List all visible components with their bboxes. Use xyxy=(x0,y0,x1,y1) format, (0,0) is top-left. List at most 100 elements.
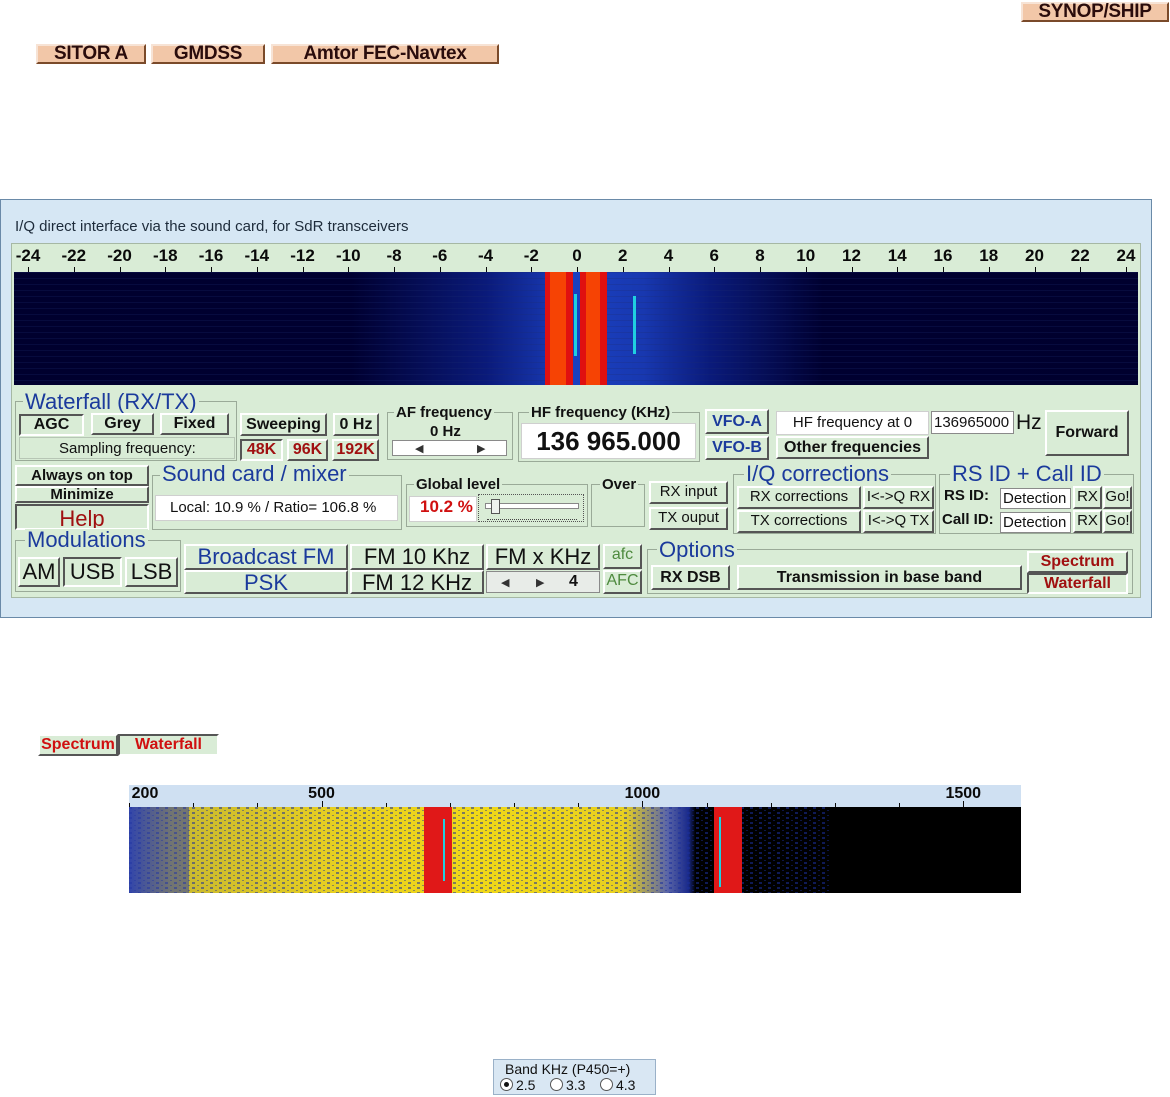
vfo-a-button[interactable]: VFO-A xyxy=(705,409,769,434)
agc-button[interactable]: AGC xyxy=(19,414,84,436)
rate-48k-button[interactable]: 48K xyxy=(240,439,283,461)
af-left-arrow-icon[interactable]: ◀ xyxy=(415,442,423,455)
af-frequency-slider[interactable]: ◀ ▶ xyxy=(392,440,507,456)
af-right-arrow-icon[interactable]: ▶ xyxy=(477,442,485,455)
grey-button[interactable]: Grey xyxy=(91,413,154,435)
rs-id-rx-button[interactable]: RX xyxy=(1073,486,1102,509)
stepper-left-icon[interactable]: ◀ xyxy=(501,576,509,589)
sweeping-button[interactable]: Sweeping xyxy=(240,413,327,436)
rs-id-label: RS ID: xyxy=(944,487,989,504)
gmdss-button[interactable]: GMDSS xyxy=(151,44,265,64)
rate-96k-button[interactable]: 96K xyxy=(287,439,328,461)
scale-tick-label: -14 xyxy=(244,246,270,265)
audio-scale-tick-label: 200 xyxy=(131,785,159,802)
transmission-base-band-button[interactable]: Transmission in base band xyxy=(737,565,1022,590)
fm-12-khz-button[interactable]: FM 12 KHz xyxy=(350,570,484,594)
global-level-thumb[interactable] xyxy=(491,499,501,514)
always-on-top-button[interactable]: Always on top xyxy=(15,465,149,486)
af-frequency-value: 0 Hz xyxy=(430,423,461,440)
scale-tick-label: -10 xyxy=(335,246,361,265)
other-frequencies-button[interactable]: Other frequencies xyxy=(776,436,929,459)
amtor-fec-navtex-button[interactable]: Amtor FEC-Navtex xyxy=(271,44,499,64)
band-option-label: 3.3 xyxy=(566,1077,586,1093)
rx-corrections-button[interactable]: RX corrections xyxy=(737,486,861,509)
fm-10-khz-button[interactable]: FM 10 Khz xyxy=(350,544,484,570)
forward-button[interactable]: Forward xyxy=(1045,410,1129,456)
fixed-button[interactable]: Fixed xyxy=(160,413,229,435)
rx-dsb-button[interactable]: RX DSB xyxy=(651,565,730,590)
vfo-b-button[interactable]: VFO-B xyxy=(705,436,769,460)
band-option-3-3[interactable]: 3.3 xyxy=(550,1077,585,1093)
options-title: Options xyxy=(657,537,737,562)
scale-tick-label: 20 xyxy=(1025,246,1044,265)
band-option-2-5[interactable]: 2.5 xyxy=(500,1077,535,1093)
fm-x-khz-button[interactable]: FM x KHz xyxy=(486,544,600,570)
broadcast-fm-button[interactable]: Broadcast FM xyxy=(184,544,348,570)
scale-tick-label: -16 xyxy=(198,246,224,265)
radio-icon[interactable] xyxy=(500,1078,513,1091)
scale-tick-label: 22 xyxy=(1070,246,1090,265)
afc-lower-button[interactable]: afc xyxy=(603,544,642,569)
minimize-button[interactable]: Minimize xyxy=(15,486,149,503)
scale-tick-label: 12 xyxy=(842,246,861,265)
radio-icon[interactable] xyxy=(550,1078,563,1091)
rate-192k-button[interactable]: 192K xyxy=(332,439,379,461)
synop-ship-button[interactable]: SYNOP/SHIP xyxy=(1021,2,1169,22)
rs-id-detection[interactable]: Detection xyxy=(1000,488,1071,509)
stepper-right-icon[interactable]: ▶ xyxy=(536,576,544,589)
scale-tick-label: 18 xyxy=(979,246,999,265)
band-option-label: 2.5 xyxy=(516,1077,536,1093)
sampling-frequency-field xyxy=(19,437,235,459)
usb-button[interactable]: USB xyxy=(63,557,122,587)
global-level-slider[interactable] xyxy=(478,494,584,522)
band-option-4-3[interactable]: 4.3 xyxy=(600,1077,635,1093)
zero-hz-button[interactable]: 0 Hz xyxy=(333,413,379,436)
scale-tick-label: -24 xyxy=(15,246,41,265)
radio-icon[interactable] xyxy=(600,1078,613,1091)
scale-tick-label: -4 xyxy=(477,246,494,265)
am-button[interactable]: AM xyxy=(18,557,60,587)
iq-tx-swap-button[interactable]: I<->Q TX xyxy=(863,510,934,533)
tx-corrections-button[interactable]: TX corrections xyxy=(737,510,861,533)
call-id-label: Call ID: xyxy=(942,511,994,528)
spectrum-tab-button[interactable]: Spectrum xyxy=(38,734,118,756)
psk-button[interactable]: PSK xyxy=(184,570,348,594)
scale-tick-label: 24 xyxy=(1116,246,1136,265)
scale-tick-label: -8 xyxy=(386,246,402,265)
hf-frequency-display: 136 965.000 xyxy=(521,423,696,459)
rx-input-button[interactable]: RX input xyxy=(649,481,728,504)
waterfall-button[interactable]: Waterfall xyxy=(1027,573,1128,594)
spectrum-button[interactable]: Spectrum xyxy=(1027,551,1128,573)
audio-waterfall-display[interactable] xyxy=(129,807,1021,893)
scale-tick-label: 10 xyxy=(796,246,816,265)
scale-tick-label: 6 xyxy=(709,246,719,265)
call-id-go-button[interactable]: Go! xyxy=(1103,510,1132,533)
waterfall-display[interactable] xyxy=(14,272,1138,385)
scale-tick-label: 4 xyxy=(663,246,674,265)
global-level-ticks xyxy=(487,516,577,520)
sitor-a-button[interactable]: SITOR A xyxy=(36,44,146,64)
scale-tick-label: 0 xyxy=(572,246,582,265)
scale-tick-label: -18 xyxy=(152,246,178,265)
band-option-label: 4.3 xyxy=(616,1077,636,1093)
scale-tick-label: 8 xyxy=(755,246,765,265)
tx-output-button[interactable]: TX ouput xyxy=(649,507,728,530)
lsb-button[interactable]: LSB xyxy=(125,557,178,587)
window-title: I/Q direct interface via the sound card,… xyxy=(15,218,409,235)
call-id-rx-button[interactable]: RX xyxy=(1073,510,1102,533)
waterfall-tab-button[interactable]: Waterfall xyxy=(118,734,219,756)
frequency-scale: -24 -22 -20 -18 -16 -14 -12 -10 -8 -6 -4 -2 0 2 4 6 8 10 1… xyxy=(14,246,1138,272)
band-options: 2.5 3.3 4.3 xyxy=(500,1077,650,1093)
scale-tick-label: -20 xyxy=(107,246,132,265)
band-khz-group: Band KHz (P450=+) 2.5 3.3 4.3 xyxy=(493,1059,656,1095)
hf-at-zero-input[interactable]: 136965000 xyxy=(931,411,1014,434)
scale-tick-label: -2 xyxy=(523,246,539,265)
sound-card-title: Sound card / mixer xyxy=(160,461,349,486)
iq-corrections-title: I/Q corrections xyxy=(744,461,892,486)
iq-rx-swap-button[interactable]: I<->Q RX xyxy=(863,486,934,509)
rs-id-go-button[interactable]: Go! xyxy=(1103,486,1132,509)
fm-x-stepper[interactable]: ◀ ▶ 4 xyxy=(486,571,600,593)
call-id-detection[interactable]: Detection xyxy=(1000,512,1071,533)
hz-unit-label: Hz xyxy=(1016,411,1042,434)
afc-upper-button[interactable]: AFC xyxy=(603,570,642,594)
